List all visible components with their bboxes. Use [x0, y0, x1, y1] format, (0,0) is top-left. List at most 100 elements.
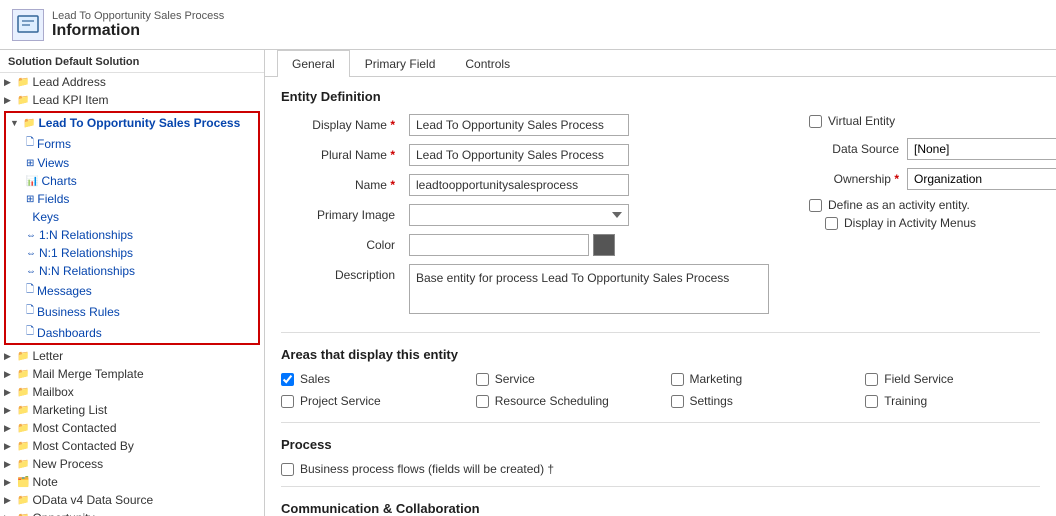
sidebar-item-charts[interactable]: 📊 Charts [22, 172, 258, 190]
ownership-select[interactable]: Organization [907, 168, 1056, 190]
plural-name-input[interactable] [409, 144, 629, 166]
activity-entity-label: Define as an activity entity. [828, 198, 970, 212]
sidebar-item-fields[interactable]: ⊞ Fields [22, 190, 258, 208]
sidebar-item-label: Charts [41, 174, 76, 188]
folder-icon: 📁 [17, 351, 29, 362]
sidebar-item-nn-relationships[interactable]: ⇔ N:N Relationships [22, 262, 258, 280]
area-marketing-checkbox[interactable] [671, 373, 684, 386]
expand-icon: ▶ [4, 351, 14, 362]
area-sales-label: Sales [300, 372, 330, 386]
sidebar-item-mail-merge-template[interactable]: ▶ 📁 Mail Merge Template [0, 365, 264, 383]
sidebar-item-lead-kpi-item[interactable]: ▶ 📁 Lead KPI Item [0, 91, 264, 109]
area-field-service-checkbox[interactable] [865, 373, 878, 386]
sidebar-item-opportunity[interactable]: ▶ 📁 Opportunity [0, 509, 264, 516]
area-training-checkbox[interactable] [865, 395, 878, 408]
tab-controls[interactable]: Controls [450, 50, 525, 77]
sidebar-item-label: Letter [32, 349, 63, 363]
sidebar-item-label: OData v4 Data Source [32, 493, 153, 507]
data-source-select[interactable]: [None] [907, 138, 1056, 160]
sidebar-item-1n-relationships[interactable]: ⇔ 1:N Relationships [22, 226, 258, 244]
area-service-checkbox[interactable] [476, 373, 489, 386]
area-resource-scheduling-checkbox[interactable] [476, 395, 489, 408]
sidebar-item-mailbox[interactable]: ▶ 📁 Mailbox [0, 383, 264, 401]
sidebar-item-label: Mailbox [32, 385, 73, 399]
sidebar-item-lead-opportunity-header[interactable]: ▼ 📁 Lead To Opportunity Sales Process [6, 113, 258, 133]
required-indicator: * [390, 118, 395, 132]
tab-primary-field[interactable]: Primary Field [350, 50, 451, 77]
sidebar-item-views[interactable]: ⊞ Views [22, 154, 258, 172]
process-title: Process [281, 437, 1040, 452]
sidebar-item-odata-v4[interactable]: ▶ 📁 OData v4 Data Source [0, 491, 264, 509]
sidebar-item-most-contacted[interactable]: ▶ 📁 Most Contacted [0, 419, 264, 437]
primary-image-select[interactable] [409, 204, 629, 226]
sidebar-item-label: Opportunity [32, 511, 94, 516]
breadcrumb: Lead To Opportunity Sales Process [52, 10, 224, 22]
relationships-icon: ⇔ [26, 248, 36, 259]
areas-grid: Sales Service Marketing Field Service [281, 372, 1040, 412]
business-process-flows-checkbox[interactable] [281, 463, 294, 476]
sidebar-item-messages[interactable]: 🗋 Messages [22, 280, 258, 301]
sidebar-item-forms[interactable]: 🗋 Forms [22, 133, 258, 154]
virtual-entity-row: Virtual Entity [809, 114, 1056, 128]
sidebar-item-label: N:1 Relationships [39, 246, 133, 260]
sidebar-item-letter[interactable]: ▶ 📁 Letter [0, 347, 264, 365]
area-service: Service [476, 372, 651, 386]
area-training-label: Training [884, 394, 927, 408]
data-source-row: Data Source [None] [809, 138, 1056, 160]
display-activity-menus-checkbox[interactable] [825, 217, 838, 230]
name-input[interactable] [409, 174, 629, 196]
sidebar-item-label: Forms [37, 137, 71, 151]
sidebar-item-note[interactable]: ▶ 🗂️ Note [0, 473, 264, 491]
communication-title: Communication & Collaboration [281, 501, 1040, 516]
business-process-flows-row: Business process flows (fields will be c… [281, 462, 1040, 476]
area-sales-checkbox[interactable] [281, 373, 294, 386]
sidebar-item-marketing-list[interactable]: ▶ 📁 Marketing List [0, 401, 264, 419]
sidebar-item-most-contacted-by[interactable]: ▶ 📁 Most Contacted By [0, 437, 264, 455]
charts-icon: 📊 [26, 176, 38, 187]
folder-icon: 📁 [17, 369, 29, 380]
sidebar-item-label: 1:N Relationships [39, 228, 133, 242]
area-settings-checkbox[interactable] [671, 395, 684, 408]
virtual-entity-checkbox[interactable] [809, 115, 822, 128]
sidebar-item-lead-address[interactable]: ▶ 📁 Lead Address [0, 73, 264, 91]
sidebar-item-keys[interactable]: · Keys [22, 208, 258, 226]
area-resource-scheduling: Resource Scheduling [476, 394, 651, 408]
display-name-input[interactable] [409, 114, 629, 136]
relationships-icon: ⇔ [26, 266, 36, 277]
sidebar-item-label: Most Contacted [32, 421, 116, 435]
sidebar-item-label: New Process [32, 457, 103, 471]
entity-icon [12, 9, 44, 41]
display-name-row: Display Name * [281, 114, 769, 136]
business-rules-icon: 🗋 [26, 303, 34, 320]
sidebar-item-label: Mail Merge Template [32, 367, 143, 381]
sidebar-item-business-rules[interactable]: 🗋 Business Rules [22, 301, 258, 322]
activity-entity-checkbox[interactable] [809, 199, 822, 212]
color-text-input[interactable] [409, 234, 589, 256]
area-project-service-checkbox[interactable] [281, 395, 294, 408]
sidebar-item-label: Lead Address [32, 75, 105, 89]
area-training: Training [865, 394, 1040, 408]
tab-general[interactable]: General [277, 50, 350, 77]
tab-bar: General Primary Field Controls [265, 50, 1056, 77]
areas-section: Areas that display this entity Sales Ser… [281, 347, 1040, 412]
area-field-service: Field Service [865, 372, 1040, 386]
description-row: Description Base entity for process Lead… [281, 264, 769, 314]
divider-3 [281, 486, 1040, 487]
sidebar-item-label: Marketing List [32, 403, 107, 417]
relationships-icon: ⇔ [26, 230, 36, 241]
expand-icon: ▶ [4, 459, 14, 470]
color-picker-box[interactable] [593, 234, 615, 256]
sidebar-item-dashboards[interactable]: 🗋 Dashboards [22, 322, 258, 343]
sidebar-item-new-process[interactable]: ▶ 📁 New Process [0, 455, 264, 473]
folder-icon: 📁 [17, 495, 29, 506]
divider-1 [281, 332, 1040, 333]
display-activity-menus-row: Display in Activity Menus [825, 216, 1056, 230]
area-sales: Sales [281, 372, 456, 386]
sidebar-item-label: Views [37, 156, 69, 170]
sidebar-item-n1-relationships[interactable]: ⇔ N:1 Relationships [22, 244, 258, 262]
dashboards-icon: 🗋 [26, 324, 34, 341]
expand-icon: ▶ [4, 441, 14, 452]
sidebar-item-label: Messages [37, 284, 92, 298]
sidebar-item-label: N:N Relationships [39, 264, 135, 278]
ownership-label: Ownership * [809, 172, 899, 186]
